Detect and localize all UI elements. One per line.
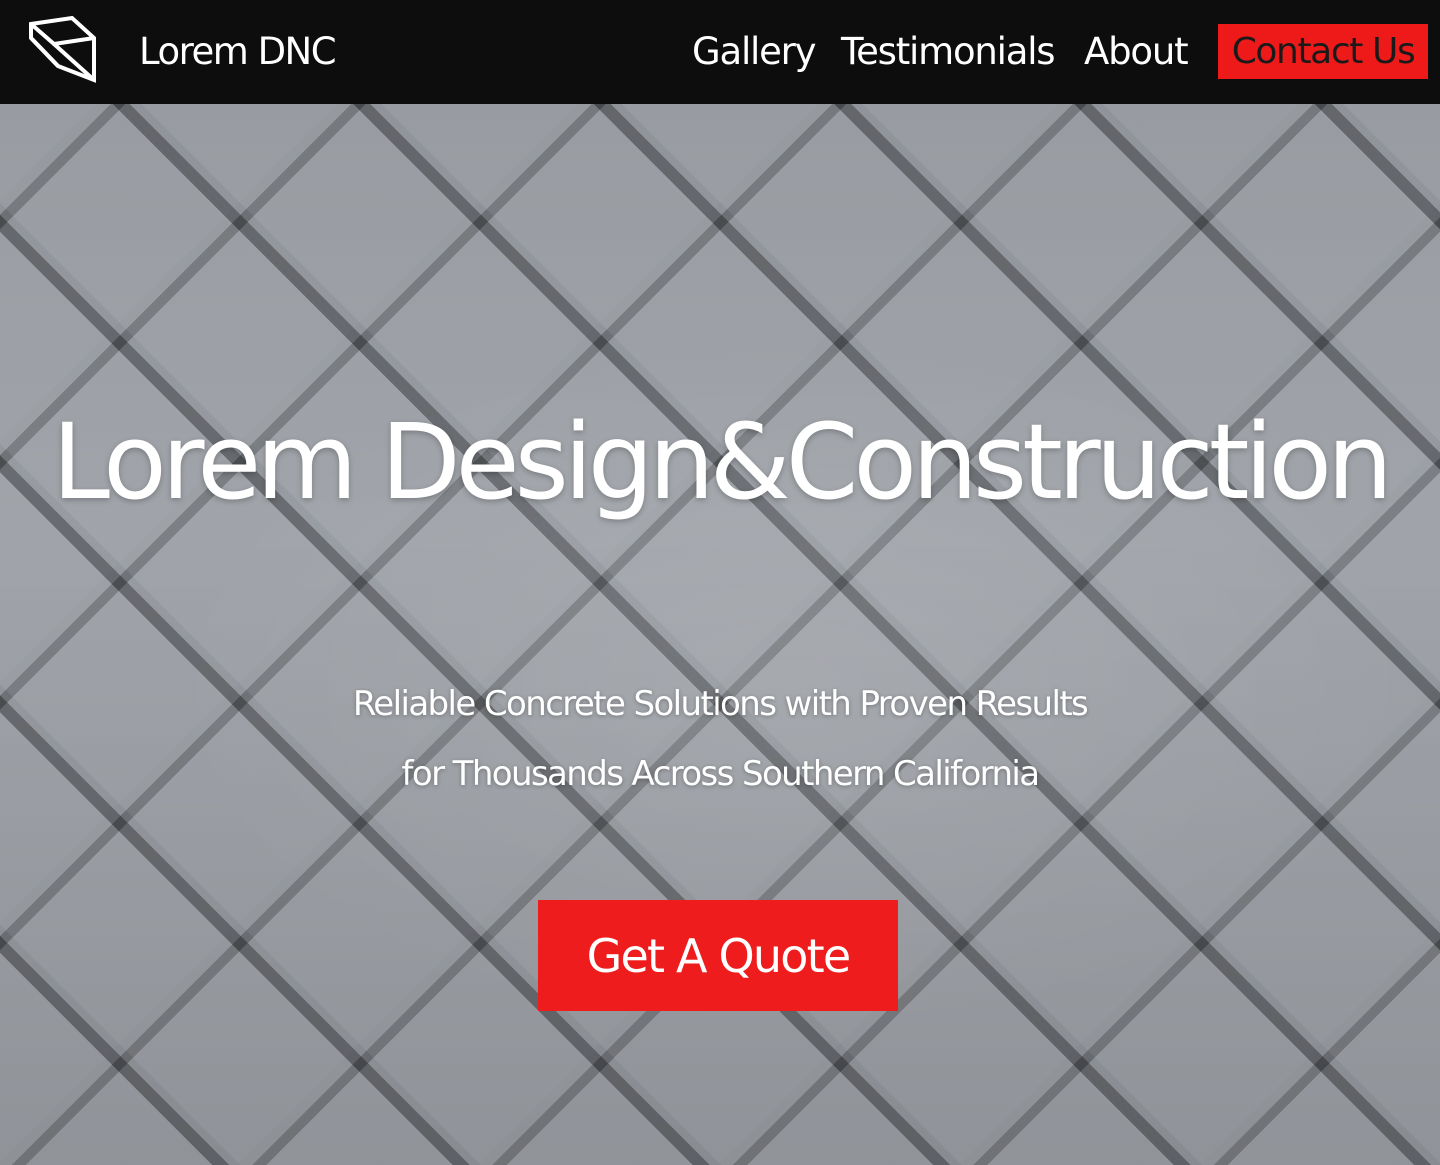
site-header: Lorem DNC Gallery Testimonials About Con… [0, 0, 1440, 104]
nav-about[interactable]: About [1084, 24, 1189, 80]
nav-testimonials[interactable]: Testimonials [841, 24, 1056, 80]
get-a-quote-button[interactable]: Get A Quote [538, 900, 898, 1011]
landing-page: Lorem DNC Gallery Testimonials About Con… [0, 0, 1440, 1165]
hero-title: Lorem Design&Construction [52, 401, 1393, 523]
brand-name[interactable]: Lorem DNC [139, 28, 337, 76]
hero-subtitle-line-2: for Thousands Across Southern California [401, 754, 1041, 794]
hero-subtitle-line-1: Reliable Concrete Solutions with Proven … [352, 684, 1089, 724]
hero-section: Lorem Design&Construction Reliable Concr… [0, 104, 1440, 1165]
nav-gallery[interactable]: Gallery [692, 24, 817, 80]
box-logo-icon[interactable] [28, 16, 98, 86]
hero-subtitle: Reliable Concrete Solutions with Proven … [0, 669, 1440, 809]
contact-us-button[interactable]: Contact Us [1218, 24, 1428, 79]
